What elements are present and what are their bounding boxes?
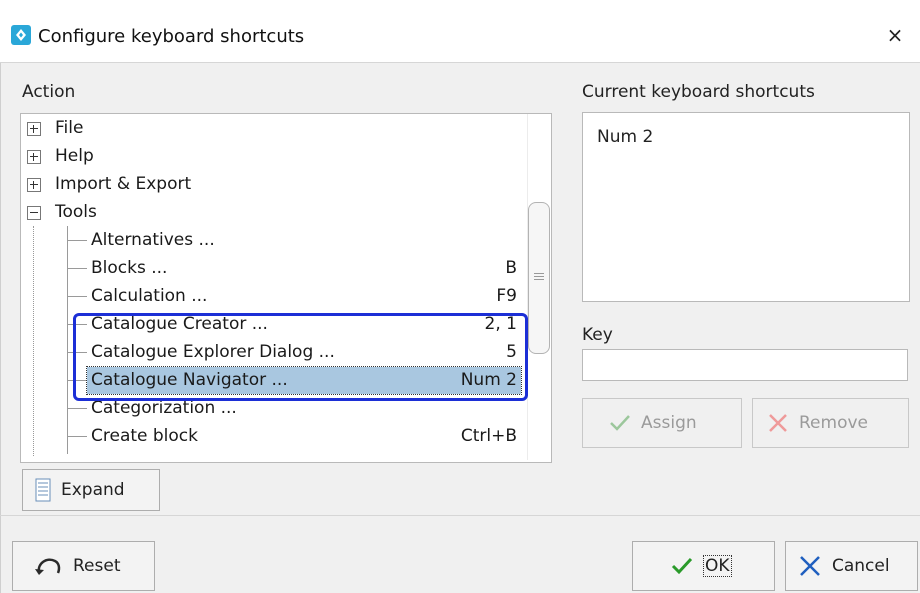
action-label: Action: [22, 82, 76, 102]
remove-button[interactable]: Remove: [752, 398, 909, 448]
tree-item-alternatives[interactable]: Alternatives ...: [91, 226, 521, 254]
tree-item-help[interactable]: Help: [21, 142, 527, 170]
expand-plus-icon[interactable]: [27, 178, 41, 192]
tree-scrollbar[interactable]: [527, 114, 550, 460]
tree-item-tools[interactable]: Tools: [21, 198, 527, 226]
title-bar: Configure keyboard shortcuts ×: [0, 0, 920, 63]
remove-button-label: Remove: [799, 413, 868, 433]
collapse-minus-icon[interactable]: [27, 206, 41, 220]
expand-plus-icon[interactable]: [27, 122, 41, 136]
tree-item-import-export[interactable]: Import & Export: [21, 170, 527, 198]
x-remove-icon: [767, 412, 789, 434]
tree-branch: [67, 240, 87, 241]
scrollbar-thumb[interactable]: [528, 202, 550, 354]
reset-button[interactable]: Reset: [12, 541, 155, 591]
expand-list-icon: [35, 478, 51, 502]
current-shortcuts-list[interactable]: Num 2: [582, 112, 910, 302]
tree-branch: [67, 296, 87, 297]
tree-item-blocks[interactable]: Blocks ... B: [91, 254, 521, 282]
highlight-annotation: [73, 313, 528, 401]
tree-item-create-block[interactable]: Create block Ctrl+B: [91, 422, 521, 450]
tree-item-calculation[interactable]: Calculation ... F9: [91, 282, 521, 310]
assign-button-label: Assign: [641, 413, 697, 433]
ok-button-label: OK: [703, 555, 732, 577]
tree-child-line: [67, 226, 68, 454]
key-input[interactable]: [582, 349, 908, 381]
cancel-button[interactable]: Cancel: [785, 541, 918, 591]
expand-plus-icon[interactable]: [27, 150, 41, 164]
app-logo-icon: [11, 25, 31, 45]
key-label: Key: [582, 325, 613, 345]
close-icon[interactable]: ×: [880, 20, 910, 50]
current-shortcuts-label: Current keyboard shortcuts: [582, 82, 815, 102]
checkmark-icon: [671, 557, 693, 575]
dialog-title: Configure keyboard shortcuts: [38, 26, 305, 47]
tree-connector-line: [33, 226, 34, 456]
dialog-window: Configure keyboard shortcuts × Action Fi…: [0, 0, 920, 593]
expand-button-label: Expand: [61, 480, 125, 500]
tree-item-file[interactable]: File: [21, 114, 527, 142]
ok-button[interactable]: OK: [632, 541, 775, 591]
footer-divider: [0, 515, 920, 516]
checkmark-icon: [609, 414, 631, 432]
action-tree[interactable]: File Help Import & Export Tools Alternat…: [20, 113, 552, 463]
undo-arrow-icon: [33, 553, 63, 579]
tree-branch: [67, 408, 87, 409]
shortcut-list-item[interactable]: Num 2: [597, 127, 653, 147]
expand-button[interactable]: Expand: [22, 469, 160, 511]
tree-branch: [67, 268, 87, 269]
assign-button[interactable]: Assign: [582, 398, 742, 448]
x-cancel-icon: [798, 554, 822, 578]
grip-icon: [534, 271, 544, 281]
tree-branch: [67, 436, 87, 437]
cancel-button-label: Cancel: [832, 556, 890, 576]
reset-button-label: Reset: [73, 556, 121, 576]
